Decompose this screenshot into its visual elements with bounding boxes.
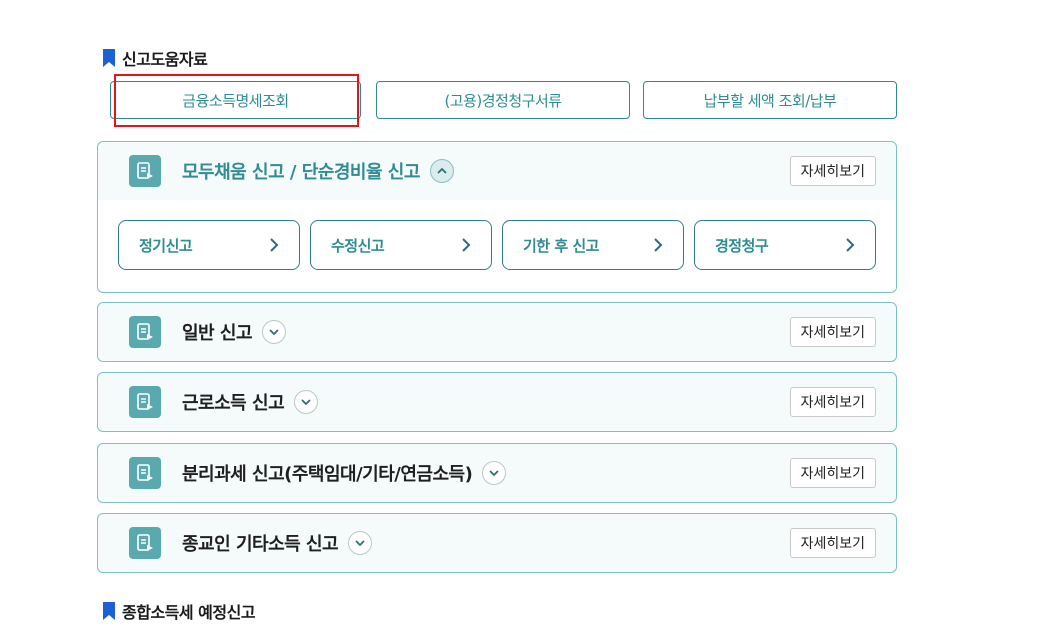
panel-title: 일반 신고 bbox=[182, 319, 287, 345]
button-label: 경정청구 bbox=[715, 236, 769, 255]
chevron-right-icon bbox=[270, 238, 279, 252]
chevron-down-icon[interactable] bbox=[348, 531, 373, 555]
panel-religious-income-filing: 종교인 기타소득 신고 자세히보기 bbox=[97, 513, 897, 573]
detail-button[interactable]: 자세히보기 bbox=[789, 458, 876, 488]
chevron-down-icon[interactable] bbox=[294, 390, 319, 414]
panel-simple-filing: 모두채움 신고 / 단순경비율 신고 자세히보기 정기신고 수정신고 기한 후 … bbox=[97, 141, 897, 293]
bookmark-icon bbox=[103, 49, 115, 67]
panel-title-label: 일반 신고 bbox=[182, 323, 253, 344]
document-edit-icon bbox=[129, 316, 161, 348]
chevron-down-icon[interactable] bbox=[262, 320, 287, 344]
panel-title-label: 근로소득 신고 bbox=[182, 393, 285, 414]
document-edit-icon bbox=[129, 386, 161, 418]
detail-button-label: 자세히보기 bbox=[800, 325, 865, 341]
amended-filing-button[interactable]: 수정신고 bbox=[310, 220, 492, 270]
detail-button[interactable]: 자세히보기 bbox=[789, 528, 876, 558]
detail-button-label: 자세히보기 bbox=[800, 466, 865, 482]
panel-header[interactable]: 일반 신고 자세히보기 bbox=[98, 303, 896, 361]
detail-button-label: 자세히보기 bbox=[800, 536, 865, 552]
section-title-interim-filing: 종합소득세 예정신고 bbox=[102, 599, 256, 623]
button-label: 금융소득명세조회 bbox=[182, 91, 289, 110]
chevron-up-icon[interactable] bbox=[429, 159, 454, 183]
panel-general-filing: 일반 신고 자세히보기 bbox=[97, 302, 897, 362]
help-button-row: 금융소득명세조회 (고용)경정청구서류 납부할 세액 조회/납부 bbox=[110, 81, 897, 121]
late-filing-button[interactable]: 기한 후 신고 bbox=[502, 220, 684, 270]
detail-button[interactable]: 자세히보기 bbox=[789, 156, 876, 186]
button-label: (고용)경정청구서류 bbox=[444, 91, 562, 110]
panel-earned-income-filing: 근로소득 신고 자세히보기 bbox=[97, 372, 897, 432]
panel-body: 정기신고 수정신고 기한 후 신고 경정청구 bbox=[98, 200, 896, 290]
correction-claim-button[interactable]: 경정청구 bbox=[694, 220, 876, 270]
panel-header[interactable]: 근로소득 신고 자세히보기 bbox=[98, 373, 896, 431]
document-edit-icon bbox=[129, 155, 161, 187]
panel-header[interactable]: 분리과세 신고(주택임대/기타/연금소득) 자세히보기 bbox=[98, 444, 896, 502]
panel-title: 분리과세 신고(주택임대/기타/연금소득) bbox=[182, 460, 507, 486]
document-edit-icon bbox=[129, 527, 161, 559]
panel-title-label: 종교인 기타소득 신고 bbox=[182, 534, 339, 555]
button-label: 정기신고 bbox=[139, 236, 193, 255]
button-label: 기한 후 신고 bbox=[523, 236, 599, 255]
section-title-label: 신고도움자료 bbox=[122, 50, 208, 69]
financial-income-lookup-button[interactable]: 금융소득명세조회 bbox=[110, 81, 361, 119]
detail-button[interactable]: 자세히보기 bbox=[789, 317, 876, 347]
panel-title-label: 분리과세 신고(주택임대/기타/연금소득) bbox=[182, 464, 473, 485]
panel-title: 모두채움 신고 / 단순경비율 신고 bbox=[182, 158, 454, 184]
panel-title-label: 모두채움 신고 / 단순경비율 신고 bbox=[182, 162, 420, 183]
tax-payment-lookup-button[interactable]: 납부할 세액 조회/납부 bbox=[643, 81, 897, 119]
bookmark-icon bbox=[103, 602, 115, 620]
chevron-right-icon bbox=[462, 238, 471, 252]
detail-button-label: 자세히보기 bbox=[800, 164, 865, 180]
employment-correction-docs-button[interactable]: (고용)경정청구서류 bbox=[376, 81, 630, 119]
regular-filing-button[interactable]: 정기신고 bbox=[118, 220, 300, 270]
document-edit-icon bbox=[129, 457, 161, 489]
panel-header[interactable]: 종교인 기타소득 신고 자세히보기 bbox=[98, 514, 896, 572]
chevron-right-icon bbox=[846, 238, 855, 252]
panel-title: 근로소득 신고 bbox=[182, 389, 319, 415]
panel-title: 종교인 기타소득 신고 bbox=[182, 530, 373, 556]
panel-separate-taxation-filing: 분리과세 신고(주택임대/기타/연금소득) 자세히보기 bbox=[97, 443, 897, 503]
panel-header[interactable]: 모두채움 신고 / 단순경비율 신고 자세히보기 bbox=[98, 142, 896, 200]
detail-button[interactable]: 자세히보기 bbox=[789, 387, 876, 417]
button-label: 납부할 세액 조회/납부 bbox=[703, 91, 837, 110]
section-title-help-materials: 신고도움자료 bbox=[102, 46, 208, 70]
button-label: 수정신고 bbox=[331, 236, 385, 255]
detail-button-label: 자세히보기 bbox=[800, 395, 865, 411]
chevron-down-icon[interactable] bbox=[482, 461, 507, 485]
chevron-right-icon bbox=[654, 238, 663, 252]
section-title-label: 종합소득세 예정신고 bbox=[122, 603, 256, 622]
